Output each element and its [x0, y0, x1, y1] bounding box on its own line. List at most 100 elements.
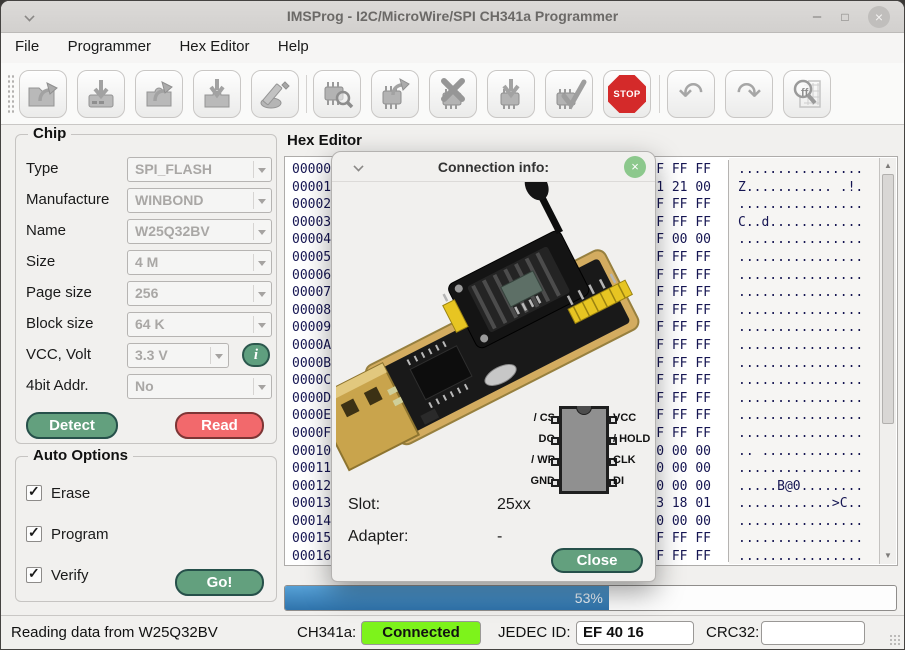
verify-checkbox-row[interactable]: Verify [26, 565, 89, 585]
program-label: Program [51, 526, 109, 543]
scroll-down-icon[interactable]: ▼ [880, 549, 896, 563]
page-size-label: Page size [26, 284, 92, 301]
program-checkbox[interactable] [26, 526, 42, 542]
find-hex-icon-label: ff [801, 87, 808, 99]
dialog-close-button[interactable]: Close [551, 548, 643, 573]
pinout-diagram: / CS DO / WP GND VCC / HOLD CLK DI [517, 404, 652, 504]
connection-info-dialog: Connection info: × [331, 151, 656, 582]
window-title: IMSProg - I2C/MicroWire/SPI CH341a Progr… [1, 8, 904, 24]
addr4bit-label: 4bit Addr. [26, 377, 89, 394]
dialog-close-icon[interactable]: × [624, 156, 646, 178]
erase-checkbox[interactable] [26, 485, 42, 501]
size-label: Size [26, 253, 55, 270]
undo-icon: ↶ [678, 71, 703, 117]
redo-icon: ↷ [736, 71, 761, 117]
scroll-up-icon[interactable]: ▲ [880, 159, 896, 173]
slot-label: Slot: [348, 496, 380, 514]
title-bar: IMSProg - I2C/MicroWire/SPI CH341a Progr… [1, 1, 904, 33]
name-select[interactable]: W25Q32BV [127, 219, 272, 244]
type-select[interactable]: SPI_FLASH [127, 157, 272, 182]
erase-chip-button[interactable] [429, 70, 477, 118]
minimize-button[interactable]: – [806, 7, 828, 27]
open-file-button[interactable] [19, 70, 67, 118]
read-chip-button[interactable] [371, 70, 419, 118]
chip-detect-icon [318, 75, 356, 113]
find-hex-button[interactable]: ff [783, 70, 831, 118]
crc32-label: CRC32: [706, 624, 759, 641]
vcc-label: VCC, Volt [26, 346, 91, 363]
chevron-down-icon [258, 199, 266, 204]
open-part-button[interactable] [135, 70, 183, 118]
chip-read-icon [376, 75, 414, 113]
chip-erase-icon [434, 75, 472, 113]
toolbar-separator [659, 75, 660, 113]
open-file-icon [24, 75, 62, 113]
menu-file[interactable]: File [5, 33, 49, 60]
toolbar-grip[interactable] [7, 74, 14, 114]
chevron-down-icon [258, 168, 266, 173]
read-button[interactable]: Read [175, 412, 264, 439]
detect-button[interactable]: Detect [26, 412, 118, 439]
chip-verify-icon [550, 75, 588, 113]
manufacture-label: Manufacture [26, 191, 109, 208]
stop-button[interactable]: STOP [603, 70, 651, 118]
chip-row-page-size: Page size 256 [26, 281, 268, 306]
pinout-chip-body [559, 406, 609, 494]
vcc-select[interactable]: 3.3 V [127, 343, 229, 368]
auto-options-panel: Auto Options Erase Program Verify Go! [15, 456, 277, 602]
vcc-info-button[interactable]: i [242, 343, 270, 367]
scrollbar-thumb[interactable] [882, 174, 894, 424]
dialog-title-bar: Connection info: × [332, 152, 655, 182]
page-size-select[interactable]: 256 [127, 281, 272, 306]
jedec-id-field[interactable]: EF 40 16 [576, 621, 694, 645]
status-message: Reading data from W25Q32BV [11, 624, 218, 641]
status-bar: Reading data from W25Q32BV CH341a: Conne… [1, 615, 904, 649]
menu-hex-editor[interactable]: Hex Editor [169, 33, 259, 60]
program-checkbox-row[interactable]: Program [26, 524, 109, 544]
progress-percent: 53% [575, 590, 603, 606]
manufacture-select[interactable]: WINBOND [127, 188, 272, 213]
chip-panel-title: Chip [28, 125, 71, 142]
block-size-label: Block size [26, 315, 94, 332]
size-select[interactable]: 4 M [127, 250, 272, 275]
verify-chip-button[interactable] [545, 70, 593, 118]
undo-button[interactable]: ↶ [667, 70, 715, 118]
block-size-select[interactable]: 64 K [127, 312, 272, 337]
save-file-button[interactable] [77, 70, 125, 118]
chevron-down-icon [258, 292, 266, 297]
ch341a-label: CH341a: [297, 624, 356, 641]
chip-panel: Chip Type SPI_FLASH Manufacture WINBOND … [15, 134, 277, 444]
adapter-value: - [497, 528, 502, 546]
detect-chip-button[interactable] [313, 70, 361, 118]
addr4bit-select[interactable]: No [127, 374, 272, 399]
stop-icon: STOP [608, 75, 646, 113]
menu-programmer[interactable]: Programmer [58, 33, 161, 60]
chip-row-name: Name W25Q32BV [26, 219, 268, 244]
chip-row-type: Type SPI_FLASH [26, 157, 268, 182]
crc32-field[interactable] [761, 621, 865, 645]
chip-write-icon [492, 75, 530, 113]
write-chip-button[interactable] [487, 70, 535, 118]
find-hex-icon: ff [788, 75, 826, 113]
open-part-icon [140, 75, 178, 113]
verify-checkbox[interactable] [26, 567, 42, 583]
maximize-button[interactable]: □ [834, 7, 856, 27]
chevron-down-icon [258, 323, 266, 328]
chip-notch [576, 406, 592, 415]
go-button[interactable]: Go! [175, 569, 264, 596]
hex-scrollbar[interactable]: ▲ ▼ [879, 158, 896, 564]
close-window-button[interactable]: × [868, 6, 890, 28]
dialog-title: Connection info: [332, 159, 655, 175]
redo-button[interactable]: ↷ [725, 70, 773, 118]
toolbar: STOP ↶ ↷ ff [1, 63, 904, 125]
adapter-label: Adapter: [348, 528, 408, 546]
menu-bar: File Programmer Hex Editor Help [1, 33, 904, 63]
chip-row-vcc: VCC, Volt 3.3 V i [26, 343, 268, 368]
erase-checkbox-row[interactable]: Erase [26, 483, 90, 503]
resize-grip[interactable] [889, 634, 901, 646]
save-part-button[interactable] [193, 70, 241, 118]
menu-help[interactable]: Help [268, 33, 319, 60]
edit-buffer-button[interactable] [251, 70, 299, 118]
chevron-down-icon [258, 261, 266, 266]
auto-options-title: Auto Options [28, 447, 133, 464]
